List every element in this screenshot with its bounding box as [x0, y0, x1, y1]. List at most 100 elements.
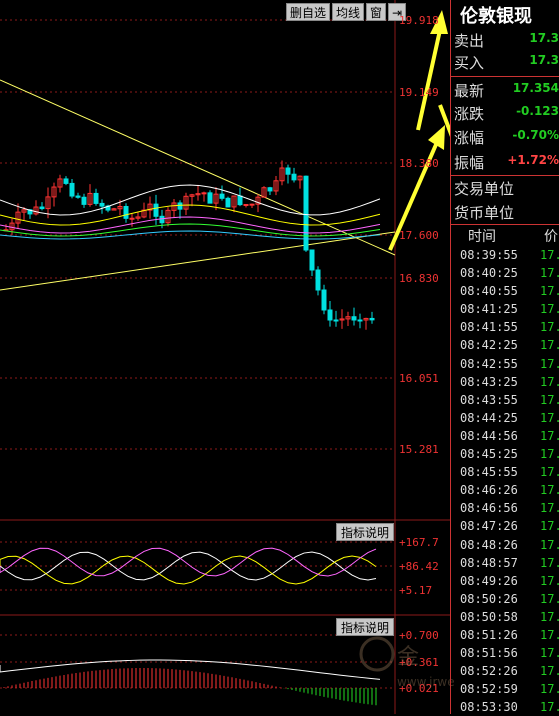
tick-row: 08:40:25 17. [452, 264, 559, 282]
indicator-line [0, 551, 377, 581]
change-label: 涨跌 [454, 105, 485, 123]
moving-average-button[interactable]: 均线 [332, 3, 365, 21]
candle-body [177, 202, 183, 210]
tick-row: 08:49:26 17. [452, 572, 559, 590]
tick-time: 08:52:59 [460, 682, 518, 697]
price-axis-label: 18.380 [399, 157, 439, 170]
tick-row: 08:46:56 17. [452, 499, 559, 517]
time-column-header: 时间 [468, 229, 496, 245]
candle-body [243, 203, 249, 206]
candlestick-chart[interactable] [0, 0, 450, 714]
trade-unit-label: 交易单位 [454, 180, 515, 198]
indicator-axis-label: +86.42 [399, 560, 439, 573]
tick-row: 08:42:55 17. [452, 355, 559, 373]
price-axis-label: 16.830 [399, 272, 439, 285]
indicator-axis-label: +5.17 [399, 584, 433, 597]
amplitude-value: +1.72% [507, 153, 559, 167]
candle-body [285, 167, 291, 175]
tick-list[interactable]: 08:39:5517.08:40:2517.08:40:5517.08:41:2… [452, 246, 559, 716]
sell-label: 卖出 [454, 32, 485, 50]
tick-price: 17. [540, 573, 559, 588]
svg-text:金: 金 [397, 645, 419, 670]
tick-time: 08:48:57 [460, 555, 518, 570]
tick-price: 17. [540, 646, 559, 661]
divider [450, 175, 559, 176]
tick-time: 08:52:26 [460, 664, 518, 679]
candle-body [351, 316, 357, 321]
sell-value: 17.3 [529, 31, 559, 45]
candle-body [315, 269, 321, 291]
tick-row: 08:41:55 17. [452, 318, 559, 336]
tick-price: 17. [540, 392, 559, 407]
buy-row: 买入 17.3 [452, 52, 559, 74]
indicator-line [0, 547, 377, 577]
candle-body [81, 196, 87, 205]
tick-price: 17. [540, 465, 559, 480]
delete-favorite-button[interactable]: 删自选 [286, 3, 331, 21]
tick-price: 17. [540, 627, 559, 642]
price-axis-label: 19.918 [399, 14, 439, 27]
watermark-logo: 金 www.jrwe [355, 630, 455, 690]
tick-price: 17. [540, 338, 559, 353]
candle-body [39, 206, 45, 210]
price-axis-label: 16.051 [399, 372, 439, 385]
svg-text:www.jrwe: www.jrwe [397, 675, 455, 689]
ma-line [0, 184, 381, 216]
candle-body [63, 178, 69, 184]
tick-time: 08:50:58 [460, 609, 518, 624]
percent-label: 涨幅 [454, 129, 485, 147]
candle-body [129, 217, 135, 220]
candle-body [201, 192, 207, 195]
tick-row: 08:50:58 17. [452, 608, 559, 626]
candle-body [69, 182, 75, 197]
tick-row: 08:40:55 17. [452, 282, 559, 300]
tick-time: 08:48:26 [460, 537, 518, 552]
candle-body [291, 173, 297, 181]
annotation-arrow [416, 29, 442, 131]
candle-body [99, 202, 105, 207]
tick-time: 08:40:25 [460, 266, 518, 281]
tick-time: 08:43:55 [460, 392, 518, 407]
tick-price: 17. [540, 555, 559, 570]
tick-row: 08:44:56 17. [452, 427, 559, 445]
tick-price: 17. [540, 410, 559, 425]
tick-time: 08:51:26 [460, 627, 518, 642]
change-value: -0.123 [516, 104, 559, 118]
tick-price: 17. [540, 483, 559, 498]
indicator-help-button[interactable]: 指标说明 [336, 523, 395, 541]
latest-row: 最新 17.354 [452, 80, 559, 102]
tick-time: 08:39:55 [460, 248, 518, 262]
tick-time: 08:43:25 [460, 374, 518, 389]
tick-price: 17. [540, 609, 559, 624]
price-axis-label: 19.149 [399, 86, 439, 99]
candle-body [207, 192, 213, 204]
tick-time: 08:44:56 [460, 428, 518, 443]
kline-chart-area[interactable] [0, 0, 450, 714]
latest-value: 17.354 [512, 81, 559, 95]
tick-price: 17. [540, 501, 559, 516]
tick-row: 08:51:56 17. [452, 644, 559, 662]
instrument-title: 伦敦银现 [460, 6, 532, 27]
tick-price: 17. [540, 682, 559, 697]
tick-row: 08:45:25 17. [452, 445, 559, 463]
tick-time: 08:41:25 [460, 302, 518, 317]
tick-row: 08:48:26 17. [452, 536, 559, 554]
candle-body [267, 187, 273, 192]
tick-row: 08:47:26 17. [452, 517, 559, 535]
tick-price: 17. [540, 428, 559, 443]
tick-time: 08:45:25 [460, 447, 518, 462]
amplitude-row: 振幅 +1.72% [452, 152, 559, 174]
tick-row: 08:42:25 17. [452, 336, 559, 354]
tick-row: 08:51:26 17. [452, 626, 559, 644]
tick-price: 17. [540, 591, 559, 606]
tick-price: 17. [540, 664, 559, 679]
tick-row: 08:39:55 17. [452, 246, 559, 264]
tick-row: 08:43:25 17. [452, 373, 559, 391]
tick-row: 08:52:59 17. [452, 680, 559, 698]
tick-price: 17. [540, 356, 559, 371]
window-button[interactable]: 窗 [366, 3, 387, 21]
annotation-arrow [438, 104, 450, 137]
candle-body [159, 215, 165, 224]
buy-value: 17.3 [529, 53, 559, 67]
ma-line [0, 223, 381, 237]
